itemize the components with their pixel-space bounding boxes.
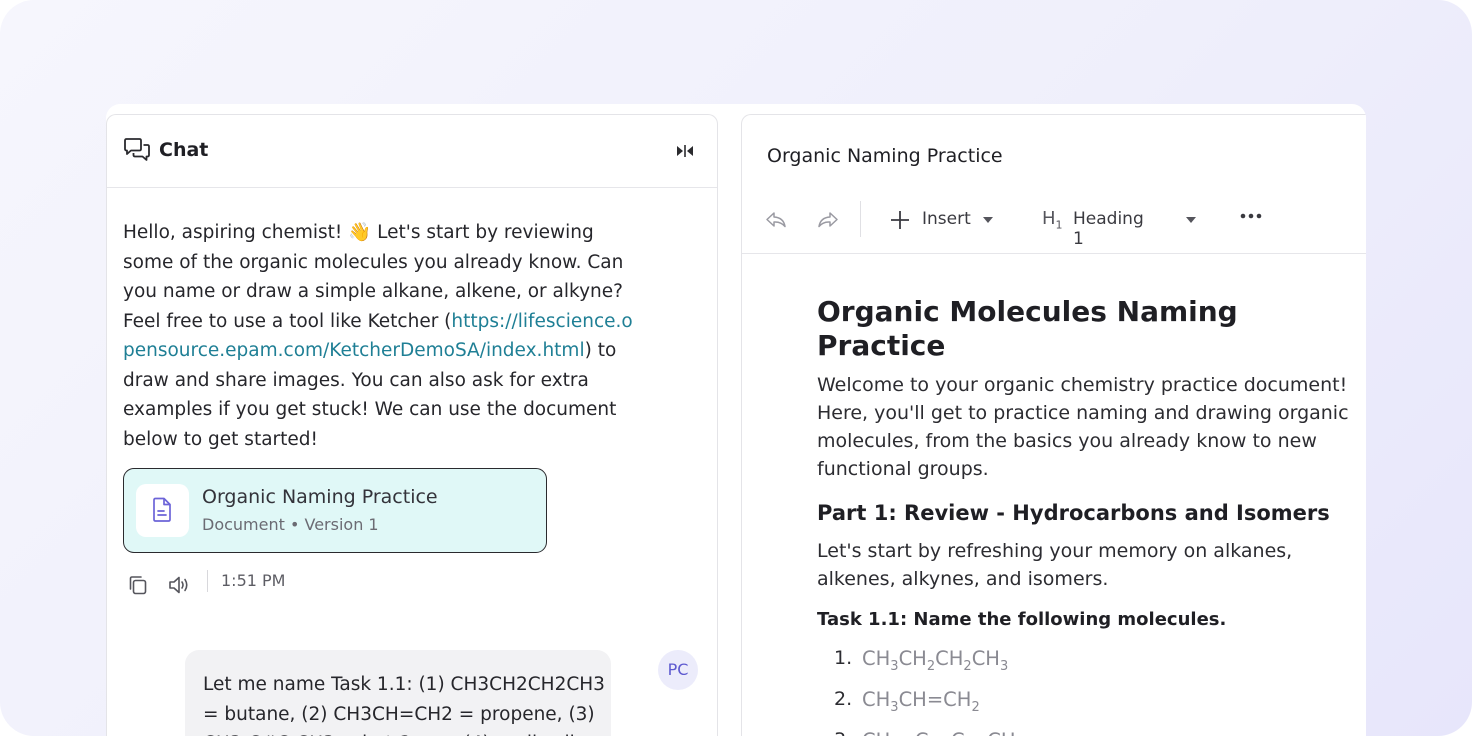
toolbar-divider: [860, 201, 861, 237]
part1-text: Let's start by refreshing your memory on…: [817, 540, 1293, 590]
document-body[interactable]: Organic Molecules Naming Practice Welcom…: [817, 295, 1362, 736]
document-icon-box: [136, 484, 189, 537]
document-panel: Organic Naming Practice Insert H1 Headin…: [741, 114, 1366, 736]
attachment-title: Organic Naming Practice: [202, 486, 438, 508]
user-avatar: PC: [658, 650, 698, 690]
app-window: Chat Hello, aspiring chemist! 👋 Let's st…: [106, 104, 1366, 736]
chat-header: Chat: [107, 115, 717, 188]
redo-icon[interactable]: [816, 209, 840, 231]
formula-number: 2.: [834, 688, 853, 710]
formula-list: 1. CH3CH2CH2CH3 2. CH3CH=CH2 3. CH3−C ≡C −CH3: [817, 647, 1362, 736]
user-message-text: Let me name Task 1.1: (1) CH3CH2CH2CH3 =…: [203, 674, 615, 736]
document-panel-title: Organic Naming Practice: [767, 145, 1003, 167]
copy-icon[interactable]: [127, 574, 149, 596]
formula-item: 3. CH3−C ≡C −CH3: [817, 729, 1362, 736]
attachment-subtitle: Document • Version 1: [202, 515, 379, 534]
more-horizontal-icon[interactable]: [1240, 213, 1262, 219]
insert-label: Insert: [922, 209, 971, 229]
undo-icon[interactable]: [764, 209, 788, 231]
formula-text: CH3CH=CH2: [862, 688, 980, 715]
formula-item: 2. CH3CH=CH2: [817, 688, 1362, 729]
message-timestamp: 1:51 PM: [221, 571, 286, 590]
speaker-icon[interactable]: [167, 574, 191, 596]
document-intro: Welcome to your organic chemistry practi…: [817, 374, 1349, 480]
assistant-message: Hello, aspiring chemist! 👋 Let's start b…: [123, 218, 643, 454]
actions-divider: [207, 570, 208, 592]
heading-icon: H1: [1042, 208, 1063, 232]
document-icon: [153, 497, 171, 522]
document-attachment-card[interactable]: Organic Naming Practice Document • Versi…: [123, 468, 547, 553]
page-background: Chat Hello, aspiring chemist! 👋 Let's st…: [0, 0, 1472, 736]
formula-number: 3.: [834, 729, 852, 736]
collapse-arrows-icon[interactable]: [673, 141, 697, 161]
task-heading: Task 1.1: Name the following molecules.: [817, 609, 1227, 630]
heading-style-label: Heading 1: [1073, 209, 1144, 249]
message-actions: 1:51 PM: [125, 570, 425, 600]
chevron-down-icon: [1186, 217, 1196, 223]
chat-panel: Chat Hello, aspiring chemist! 👋 Let's st…: [106, 114, 718, 736]
user-message-bubble: Let me name Task 1.1: (1) CH3CH2CH2CH3 =…: [185, 650, 615, 736]
formula-item: 1. CH3CH2CH2CH3: [817, 647, 1362, 688]
chat-title: Chat: [159, 139, 209, 161]
plus-icon: [891, 211, 909, 229]
chevron-down-icon: [983, 217, 993, 223]
formula-text: CH3−C ≡C −CH3: [862, 729, 1024, 736]
part1-heading: Part 1: Review - Hydrocarbons and Isomer…: [817, 501, 1330, 525]
editor-toolbar: Insert H1 Heading 1: [742, 197, 1366, 254]
chat-bubbles-icon: [124, 138, 150, 161]
formula-number: 1.: [834, 647, 853, 669]
document-heading: Organic Molecules Naming Practice: [817, 295, 1238, 362]
formula-text: CH3CH2CH2CH3: [862, 647, 1009, 674]
